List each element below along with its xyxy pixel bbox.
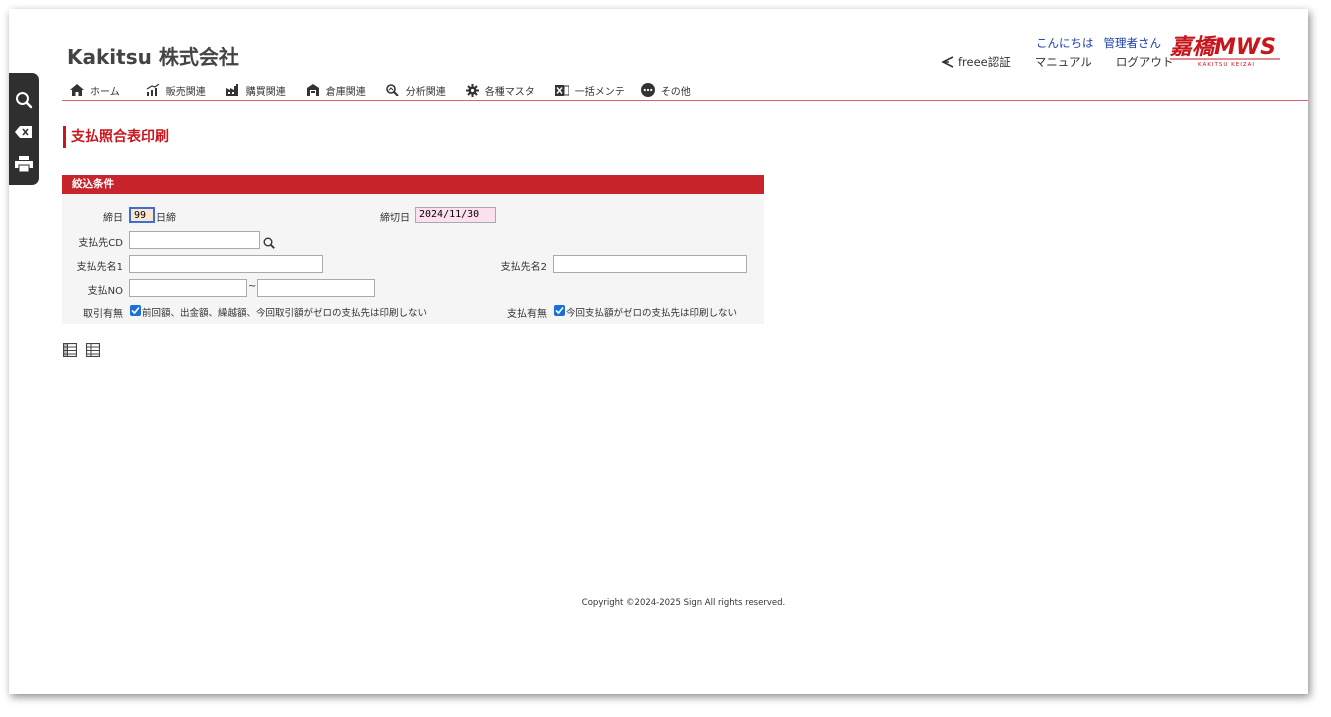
payee-name1-input[interactable] [129,255,323,273]
logout-link[interactable]: ログアウト [1116,54,1174,70]
shime-suffix: 日締 [156,213,176,224]
analysis-icon [385,84,399,96]
home-icon [70,84,84,96]
greeting-text: こんにちは [1036,36,1094,50]
pay-checkbox[interactable] [554,305,565,316]
gear-icon [465,83,479,97]
nav-item-home[interactable]: ホーム [70,81,120,99]
payee-cd-label: 支払先CD [78,238,123,249]
manual-link[interactable]: マニュアル [1035,54,1092,70]
side-toolbar [9,73,39,185]
nav-item-label: ホーム [90,86,120,98]
trade-checkbox-text: 前回額、出金額、繰越額、今回取引額がゼロの支払先は印刷しない [142,308,428,319]
payee-cd-input[interactable] [129,231,260,249]
more-icon [640,83,655,97]
logo-sub: KAKITSU KEIZAI [1198,62,1255,68]
manual-label: マニュアル [1034,55,1092,69]
freee-arrow-icon [941,56,954,68]
nav-item-sales[interactable]: 販売関連 [146,81,206,99]
nav-item-label: 販売関連 [165,86,206,98]
pay-checkbox-text: 今回支払額がゼロの支払先は印刷しない [566,308,738,319]
app-window [9,9,1308,694]
user-name[interactable]: 管理者さん [1104,36,1162,50]
nav-item-analysis[interactable]: 分析関連 [385,81,446,99]
payee-name1-label: 支払先名1 [76,262,123,273]
page-title: 支払照合表印刷 [63,126,169,148]
table-view-icon[interactable] [86,343,100,357]
nav-item-label: 一括メンテ [574,86,625,98]
nav-item-label: 分析関連 [405,86,446,98]
excel-icon [554,84,569,96]
freee-auth-link[interactable]: freee認証 [940,54,1011,70]
trade-label: 取引有無 [83,309,123,320]
top-links: freee認証 マニュアル ログアウト [940,54,1197,70]
shime-label: 締日 [103,213,123,224]
shimekiri-input[interactable]: 2024/11/30 [415,207,496,223]
search-icon[interactable] [13,89,35,111]
greeting: こんにちは 管理者さん [1036,35,1171,51]
nav-item-warehouse[interactable]: 倉庫関連 [306,81,366,99]
payment-no-from-input[interactable] [129,279,247,297]
sales-chart-icon [146,84,160,96]
pay-label: 支払有無 [507,309,547,320]
clear-icon[interactable] [13,121,35,143]
nav-item-bulk[interactable]: 一括メンテ [554,81,625,99]
logout-label: ログアウト [1115,55,1174,69]
freee-auth-label: freee認証 [958,55,1011,69]
payee-name2-input[interactable] [553,255,747,273]
logo-text: 嘉橋MWS [1170,35,1276,60]
range-separator: ~ [248,281,257,292]
trade-checkbox[interactable] [130,305,141,316]
grid-icons [63,343,100,357]
footer-copyright: Copyright ©2024-2025 Sign All rights res… [581,598,786,608]
filter-panel: 絞込条件 締日 99 日締 締切日 2024/11/30 支払先CD 支払先名1… [62,175,764,324]
filter-panel-header: 絞込条件 [62,175,764,194]
shimekiri-label: 締切日 [380,213,410,224]
print-icon[interactable] [13,153,35,175]
nav-item-label: その他 [660,86,691,98]
warehouse-icon [306,84,319,96]
shime-input[interactable]: 99 [129,207,155,223]
factory-icon [225,84,238,96]
payment-no-label: 支払NO [87,286,123,297]
brand-title: Kakitsu 株式会社 [67,45,239,69]
payee-search-icon[interactable] [263,234,275,253]
nav-item-label: 購買関連 [245,86,286,98]
nav-item-purchase[interactable]: 購買関連 [225,81,286,99]
nav-item-label: 各種マスタ [484,86,535,98]
nav-item-other[interactable]: その他 [640,81,691,99]
main-nav: ホーム 販売関連 購買関連 倉庫関連 分析関連 各種マスタ 一括メンテ その他 [62,80,1308,101]
payment-no-to-input[interactable] [257,279,375,297]
nav-item-master[interactable]: 各種マスタ [465,81,535,99]
payee-name2-label: 支払先名2 [500,262,547,273]
nav-item-label: 倉庫関連 [325,86,366,98]
grid-view-icon[interactable] [63,343,77,357]
company-logo: 嘉橋MWS KAKITSU KEIZAI [1169,32,1282,68]
